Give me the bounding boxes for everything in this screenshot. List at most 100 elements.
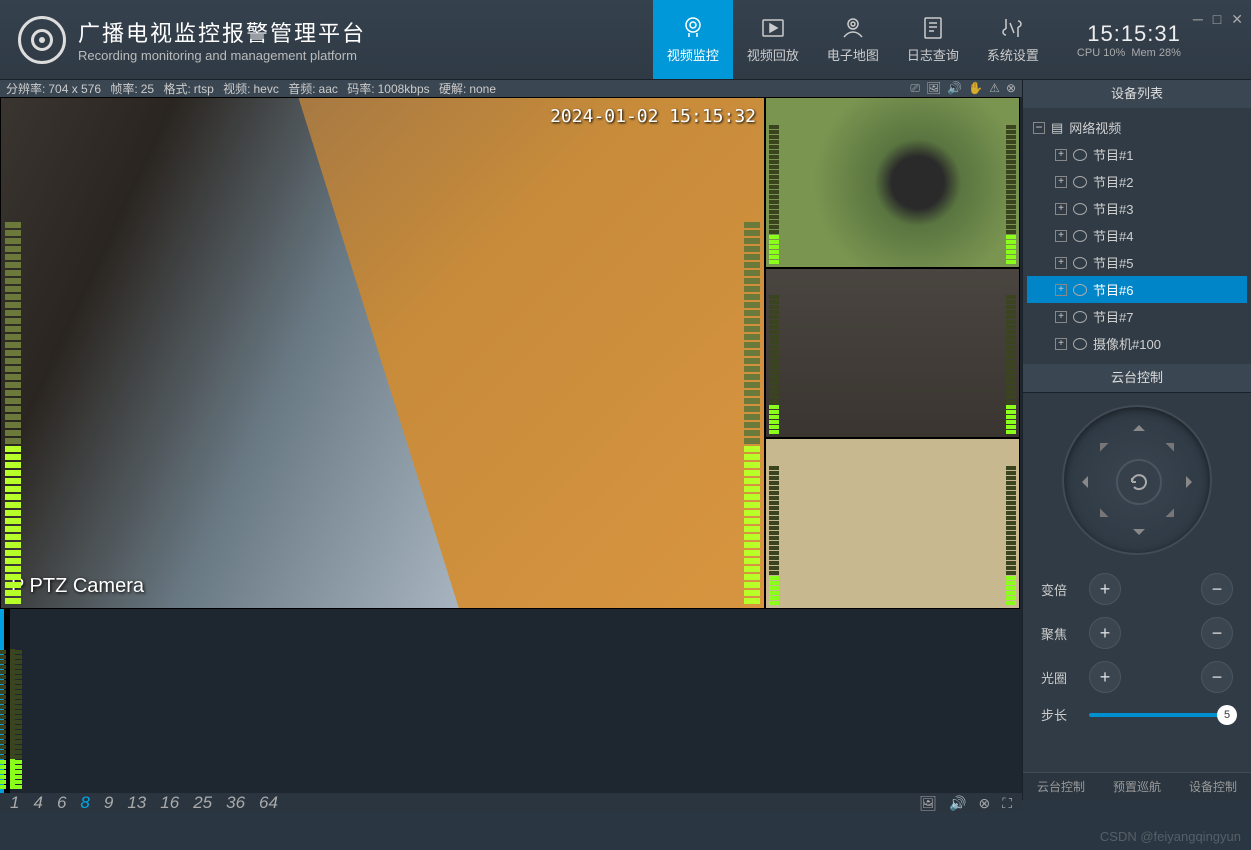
zoom-out-button[interactable]: − (1201, 573, 1233, 605)
snapshot-icon[interactable]: 🖼 (926, 81, 941, 96)
expand-icon[interactable]: + (1055, 149, 1067, 161)
ptz-reset[interactable] (1116, 459, 1162, 505)
expand-icon[interactable]: + (1055, 176, 1067, 188)
ptz-downright[interactable] (1166, 509, 1183, 526)
video-tile-4[interactable] (765, 438, 1020, 609)
expand-icon[interactable]: + (1055, 230, 1067, 242)
layout-36[interactable]: 36 (226, 793, 245, 813)
tree-item[interactable]: +节目#1 (1027, 141, 1247, 168)
ptz-title: 云台控制 (1023, 364, 1251, 392)
ptz-up[interactable] (1133, 419, 1145, 431)
layout-13[interactable]: 13 (127, 793, 146, 813)
focus-label: 聚焦 (1041, 624, 1077, 643)
maximize-button[interactable]: □ (1213, 11, 1221, 28)
ptz-panel: 变倍+− 聚焦+− 光圈+− 步长5 (1023, 392, 1251, 772)
log-icon (920, 15, 946, 41)
close-all-icon[interactable]: ⊗ (978, 795, 990, 812)
minimize-button[interactable]: ─ (1193, 11, 1203, 28)
nav-playback[interactable]: 视频回放 (733, 0, 813, 79)
tree-root-network-video[interactable]: − ▤ 网络视频 (1027, 114, 1247, 141)
layout-9[interactable]: 9 (104, 793, 113, 813)
tree-item[interactable]: +摄像机#100 (1027, 330, 1247, 357)
vu-meter-right (744, 222, 760, 604)
focus-in-button[interactable]: + (1089, 617, 1121, 649)
tree-item[interactable]: + 节目#7 (1027, 303, 1247, 330)
tree-item-label: 节目#6 (1093, 280, 1133, 299)
iris-open-button[interactable]: + (1089, 661, 1121, 693)
layout-6[interactable]: 6 (57, 793, 66, 813)
main-video-tile[interactable]: 2024-01-02 15:15:32 P PTZ Camera (0, 97, 765, 609)
layout-1[interactable]: 1 (10, 793, 19, 813)
mem-usage: Mem 28% (1131, 47, 1181, 59)
br-value: 1008kbps (378, 82, 430, 96)
vu-meter (1006, 125, 1016, 264)
ptz-down[interactable] (1133, 529, 1145, 541)
tree-item-label: 节目#7 (1093, 307, 1133, 326)
video-tile-3[interactable] (765, 268, 1020, 439)
layout-64[interactable]: 64 (259, 793, 278, 813)
tab-preset[interactable]: 预置巡航 (1099, 772, 1175, 800)
layout-16[interactable]: 16 (160, 793, 179, 813)
ptz-right[interactable] (1186, 476, 1198, 488)
vu-meter (769, 125, 779, 264)
tree-item[interactable]: +节目#5 (1027, 249, 1247, 276)
tree-root-label: 网络视频 (1069, 118, 1121, 137)
nav-map[interactable]: 电子地图 (813, 0, 893, 79)
tree-item[interactable]: + 节目#6 (1027, 276, 1247, 303)
step-slider[interactable]: 5 (1089, 713, 1233, 717)
step-value[interactable]: 5 (1217, 705, 1237, 725)
device-tree: − ▤ 网络视频 +节目#1+节目#2+节目#3+节目#4+节目#5+节目#6+… (1023, 108, 1251, 364)
expand-icon[interactable]: + (1055, 284, 1067, 296)
layout-4[interactable]: 4 (33, 793, 42, 813)
camera-icon (1073, 176, 1087, 188)
expand-icon[interactable]: + (1055, 311, 1067, 323)
camera-icon (1073, 257, 1087, 269)
vu-meter (1006, 295, 1016, 434)
iris-close-button[interactable]: − (1201, 661, 1233, 693)
expand-icon[interactable]: + (1055, 338, 1067, 350)
close-button[interactable]: ✕ (1231, 11, 1243, 28)
ptz-upright[interactable] (1166, 435, 1183, 452)
tree-item[interactable]: +节目#2 (1027, 168, 1247, 195)
nav-video-monitor[interactable]: 视频监控 (653, 0, 733, 79)
ptz-left[interactable] (1076, 476, 1088, 488)
tab-ptz[interactable]: 云台控制 (1023, 772, 1099, 800)
ptz-upleft[interactable] (1092, 435, 1109, 452)
step-label: 步长 (1041, 705, 1077, 724)
vid-value: hevc (254, 82, 279, 96)
close-stream-icon[interactable]: ⊗ (1006, 81, 1016, 96)
layout-25[interactable]: 25 (193, 793, 212, 813)
expand-icon[interactable]: + (1055, 203, 1067, 215)
camera-icon (1073, 203, 1087, 215)
ptz-downleft[interactable] (1092, 509, 1109, 526)
layout-selector: 1 4 6 8 9 13 16 25 36 64 🖼 🔊 ⊗ ⛶ (0, 793, 1022, 813)
alarm-icon[interactable]: ⚠ (989, 81, 1000, 96)
app-header: 广播电视监控报警管理平台 Recording monitoring and ma… (0, 0, 1251, 80)
window-controls: ─ □ ✕ (1193, 11, 1251, 68)
video-area: 分辨率:704 x 576 帧率:25 格式:rtsp 视频:hevc 音频:a… (0, 80, 1022, 800)
tab-device[interactable]: 设备控制 (1175, 772, 1251, 800)
nav-label: 日志查询 (907, 45, 959, 64)
focus-out-button[interactable]: − (1201, 617, 1233, 649)
fmt-label: 格式: (163, 80, 190, 97)
nav-logs[interactable]: 日志查询 (893, 0, 973, 79)
record-icon[interactable]: ⎚ (910, 81, 920, 96)
vu-meter (12, 650, 22, 789)
nav-settings[interactable]: 系统设置 (973, 0, 1053, 79)
collapse-icon[interactable]: − (1033, 122, 1045, 134)
tree-item[interactable]: +节目#3 (1027, 195, 1247, 222)
zoom-in-button[interactable]: + (1089, 573, 1121, 605)
br-label: 码率: (347, 80, 374, 97)
mute-all-icon[interactable]: 🔊 (949, 795, 966, 812)
audio-icon[interactable]: 🔊 (947, 81, 962, 96)
video-tile-8[interactable] (8, 609, 10, 793)
snapshot-all-icon[interactable]: 🖼 (919, 795, 937, 812)
fullscreen-icon[interactable]: ⛶ (1002, 795, 1012, 812)
expand-icon[interactable]: + (1055, 257, 1067, 269)
video-tile-2[interactable] (765, 97, 1020, 268)
layout-8[interactable]: 8 (80, 793, 89, 813)
hand-icon[interactable]: ✋ (968, 81, 983, 96)
nav-label: 视频回放 (747, 45, 799, 64)
tree-item-label: 节目#4 (1093, 226, 1133, 245)
tree-item[interactable]: + 节目#4 (1027, 222, 1247, 249)
